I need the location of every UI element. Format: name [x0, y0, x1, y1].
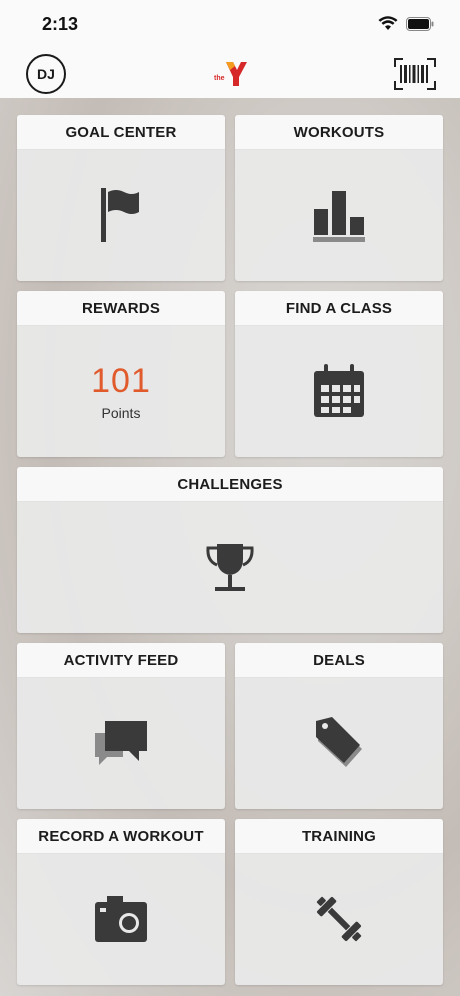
tile-title: TRAINING: [235, 819, 443, 854]
app-header: DJ the: [0, 50, 460, 98]
tile-title: GOAL CENTER: [17, 115, 225, 150]
flag-icon: [101, 188, 139, 242]
logo-text: the: [214, 75, 225, 82]
chat-bubbles-icon: [95, 721, 147, 765]
bar-chart-icon: [313, 191, 365, 242]
avatar-button[interactable]: DJ: [26, 54, 66, 94]
tile-title: DEALS: [235, 643, 443, 678]
tile-record-a-workout[interactable]: RECORD A WORKOUT: [17, 819, 225, 985]
tile-deals[interactable]: DEALS: [235, 643, 443, 809]
tile-challenges[interactable]: CHALLENGES: [17, 467, 443, 633]
tile-title: RECORD A WORKOUT: [17, 819, 225, 854]
status-bar: 2:13: [0, 0, 460, 50]
barcode-icon[interactable]: [394, 58, 436, 90]
camera-icon: [95, 896, 147, 942]
status-icons: [378, 16, 434, 31]
trophy-icon: [206, 544, 254, 591]
tile-title: CHALLENGES: [17, 467, 443, 502]
ymca-logo[interactable]: the: [214, 60, 248, 88]
tile-title: ACTIVITY FEED: [17, 643, 225, 678]
tile-goal-center[interactable]: GOAL CENTER: [17, 115, 225, 281]
tile-title: FIND A CLASS: [235, 291, 443, 326]
wifi-icon: [378, 16, 398, 30]
tile-find-a-class[interactable]: FIND A CLASS: [235, 291, 443, 457]
tile-title: WORKOUTS: [235, 115, 443, 150]
dumbbell-icon: [316, 896, 362, 942]
tile-activity-feed[interactable]: ACTIVITY FEED: [17, 643, 225, 809]
calendar-icon: [314, 364, 364, 417]
tile-training[interactable]: TRAINING: [235, 819, 443, 985]
tag-icon: [316, 717, 362, 767]
points-label: Points: [101, 404, 141, 421]
tile-title: REWARDS: [17, 291, 225, 326]
battery-icon: [406, 16, 434, 31]
tile-rewards[interactable]: REWARDS 101 Points: [17, 291, 225, 457]
points-value: 101: [91, 361, 151, 400]
status-time: 2:13: [42, 14, 79, 34]
tile-workouts[interactable]: WORKOUTS: [235, 115, 443, 281]
